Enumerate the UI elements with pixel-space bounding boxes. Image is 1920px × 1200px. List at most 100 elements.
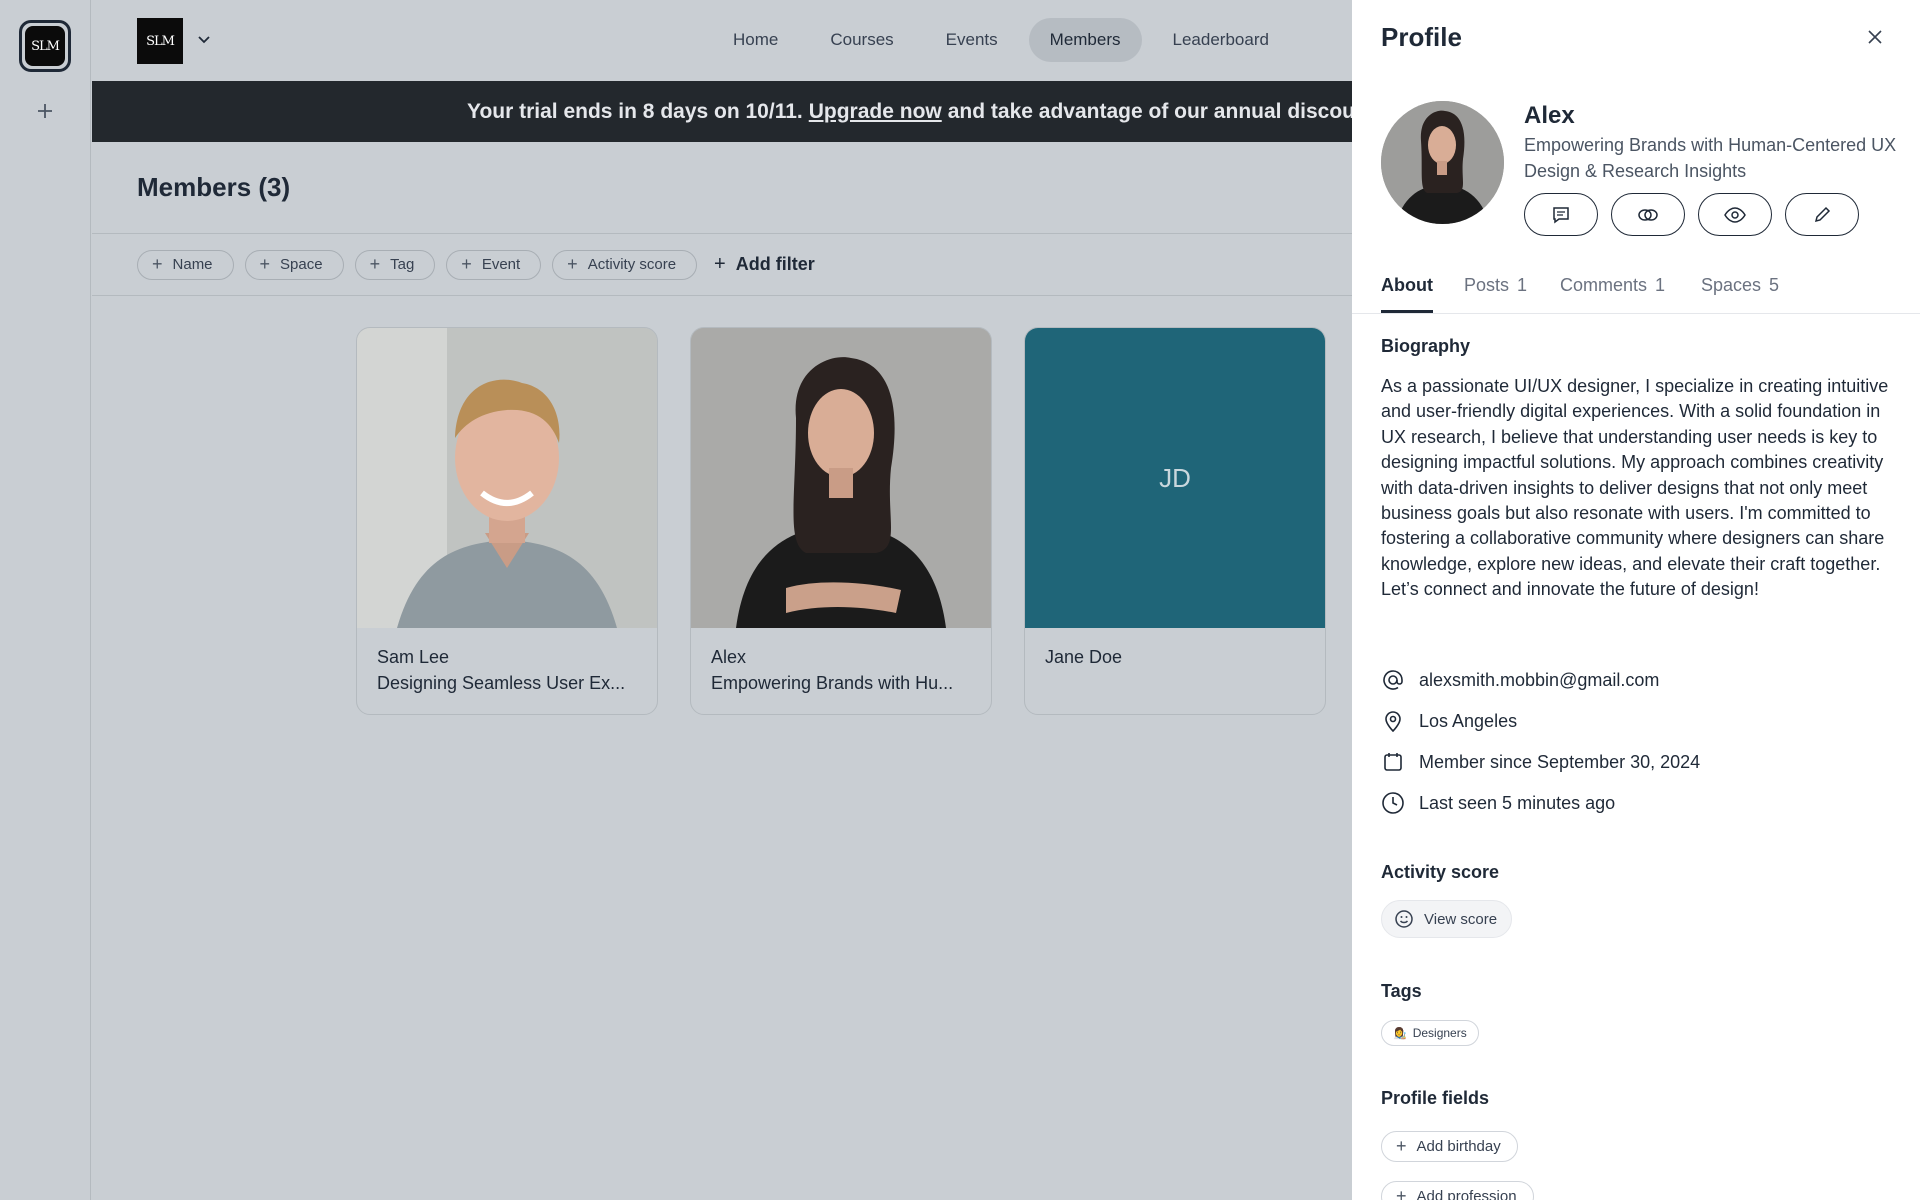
add-birthday-label: Add birthday — [1416, 1138, 1501, 1155]
tab-spaces[interactable]: Spaces 5 — [1701, 275, 1779, 296]
page-title: Members (3) — [137, 172, 291, 202]
nav-leaderboard[interactable]: Leaderboard — [1152, 18, 1290, 62]
member-grid: Sam Lee Designing Seamless User Ex... Al… — [356, 327, 1326, 715]
email-value[interactable]: alexsmith.mobbin@gmail.com — [1419, 670, 1659, 691]
member-card[interactable]: Sam Lee Designing Seamless User Ex... — [356, 327, 658, 715]
biography-text: As a passionate UI/UX designer, I specia… — [1381, 376, 1889, 600]
filter-activity-score[interactable]: + Activity score — [552, 249, 698, 280]
panel-title: Profile — [1381, 22, 1462, 52]
nav-events[interactable]: Events — [925, 18, 1019, 62]
member-name: Jane Doe — [1045, 647, 1123, 667]
calendar-icon — [1381, 750, 1405, 774]
location-value: Los Angeles — [1419, 710, 1518, 731]
filter-name[interactable]: + Name — [137, 249, 234, 280]
plus-icon: + — [714, 253, 726, 275]
add-filter-button[interactable]: + Add filter — [708, 253, 815, 276]
add-community-button[interactable] — [30, 96, 60, 126]
tab-comments[interactable]: Comments 1 — [1560, 275, 1665, 296]
member-headline: Designing Seamless User Ex... — [377, 673, 626, 693]
plus-icon: + — [259, 254, 271, 274]
top-navigation: SLM Home Courses Events Members Leaderbo… — [92, 0, 1352, 81]
tab-label: About — [1381, 275, 1433, 295]
left-rail: SLM — [0, 0, 91, 1200]
nav-courses[interactable]: Courses — [809, 18, 914, 62]
pencil-icon — [1814, 206, 1831, 222]
banner-text-after: and take advantage of our annual discoun… — [947, 99, 1387, 123]
last-seen-row: Last seen 5 minutes ago — [1381, 791, 1615, 815]
plus-icon: + — [1396, 1186, 1407, 1200]
member-card[interactable]: Alex Empowering Brands with Hu... — [690, 327, 992, 715]
add-filter-label: Add filter — [735, 254, 815, 274]
smile-icon — [1395, 910, 1413, 928]
clock-icon — [1381, 791, 1405, 815]
plus-icon: + — [567, 254, 578, 274]
chevron-down-icon[interactable] — [194, 30, 214, 50]
filter-label: Space — [280, 256, 323, 273]
active-tab-indicator — [1381, 310, 1433, 313]
message-icon — [1553, 206, 1569, 223]
location-row: Los Angeles — [1381, 709, 1517, 733]
member-name: Alex — [711, 647, 747, 667]
link-icon — [1638, 208, 1658, 221]
member-card[interactable]: JD Jane Doe — [1024, 327, 1326, 715]
view-as-button[interactable] — [1698, 193, 1772, 236]
activity-score-heading: Activity score — [1381, 862, 1500, 882]
tab-label: Spaces — [1701, 275, 1762, 295]
banner-text: Your trial ends in 8 days on 10/11. — [467, 99, 803, 123]
filter-bar: + Name + Space + Tag + Event + Activity score… — [92, 234, 1352, 296]
nav-members[interactable]: Members — [1028, 18, 1142, 62]
add-profession-button[interactable]: + Add profession — [1381, 1181, 1534, 1200]
message-button[interactable] — [1524, 193, 1598, 236]
designer-emoji-icon: 👩‍🎨 — [1393, 1027, 1407, 1040]
plus-icon: + — [369, 254, 381, 274]
tab-about[interactable]: About — [1381, 275, 1433, 296]
last-seen-value: Last seen 5 minutes ago — [1419, 792, 1616, 813]
eye-icon — [1724, 206, 1746, 223]
filter-label: Activity score — [587, 256, 677, 273]
tag-chip[interactable]: 👩‍🎨 Designers — [1381, 1020, 1479, 1046]
biography-heading: Biography — [1381, 336, 1471, 356]
community-switcher-logo[interactable]: SLM — [19, 20, 71, 72]
main-nav: Home Courses Events Members Leaderboard — [712, 18, 1290, 62]
plus-icon — [38, 104, 52, 118]
avatar — [1381, 101, 1504, 224]
tab-posts[interactable]: Posts 1 — [1464, 275, 1527, 296]
member-photo — [691, 328, 991, 628]
add-profession-label: Add profession — [1416, 1188, 1517, 1200]
filter-label: Tag — [390, 256, 415, 273]
plus-icon: + — [152, 254, 163, 274]
tab-count: 1 — [1655, 275, 1666, 295]
member-since-row: Member since September 30, 2024 — [1381, 750, 1700, 774]
member-since-value: Member since September 30, 2024 — [1419, 751, 1701, 772]
tab-count: 1 — [1517, 275, 1528, 295]
close-button[interactable] — [1862, 24, 1888, 50]
nav-home[interactable]: Home — [712, 18, 799, 62]
plus-icon: + — [1396, 1136, 1407, 1156]
upgrade-now-link[interactable]: Upgrade now — [809, 100, 942, 124]
filter-tag[interactable]: + Tag — [354, 249, 436, 280]
view-score-button[interactable]: View score — [1381, 900, 1513, 938]
profile-tabs: About Posts 1 Comments 1 Spaces 5 — [1352, 267, 1920, 314]
profile-actions — [1524, 193, 1859, 236]
brand-logo[interactable]: SLM — [137, 18, 183, 64]
members-header: Members (3) — [92, 142, 1352, 234]
tab-label: Comments — [1560, 275, 1648, 295]
filter-event[interactable]: + Event — [446, 249, 542, 280]
filter-label: Event — [481, 256, 521, 273]
tab-label: Posts — [1464, 275, 1510, 295]
add-birthday-button[interactable]: + Add birthday — [1381, 1131, 1518, 1162]
at-sign-icon — [1381, 668, 1405, 692]
profile-fields-heading: Profile fields — [1381, 1088, 1490, 1108]
tab-count: 5 — [1769, 275, 1780, 295]
plus-icon: + — [461, 254, 472, 274]
copy-link-button[interactable] — [1611, 193, 1685, 236]
member-headline: Empowering Brands with Hu... — [711, 673, 954, 693]
filter-space[interactable]: + Space — [244, 249, 344, 280]
email-row: alexsmith.mobbin@gmail.com — [1381, 668, 1659, 692]
edit-profile-button[interactable] — [1785, 193, 1859, 236]
tags-heading: Tags — [1381, 981, 1422, 1001]
view-score-label: View score — [1424, 910, 1498, 928]
member-initials-avatar: JD — [1025, 328, 1325, 628]
close-icon — [1868, 30, 1882, 44]
tag-label: Designers — [1412, 1026, 1467, 1040]
